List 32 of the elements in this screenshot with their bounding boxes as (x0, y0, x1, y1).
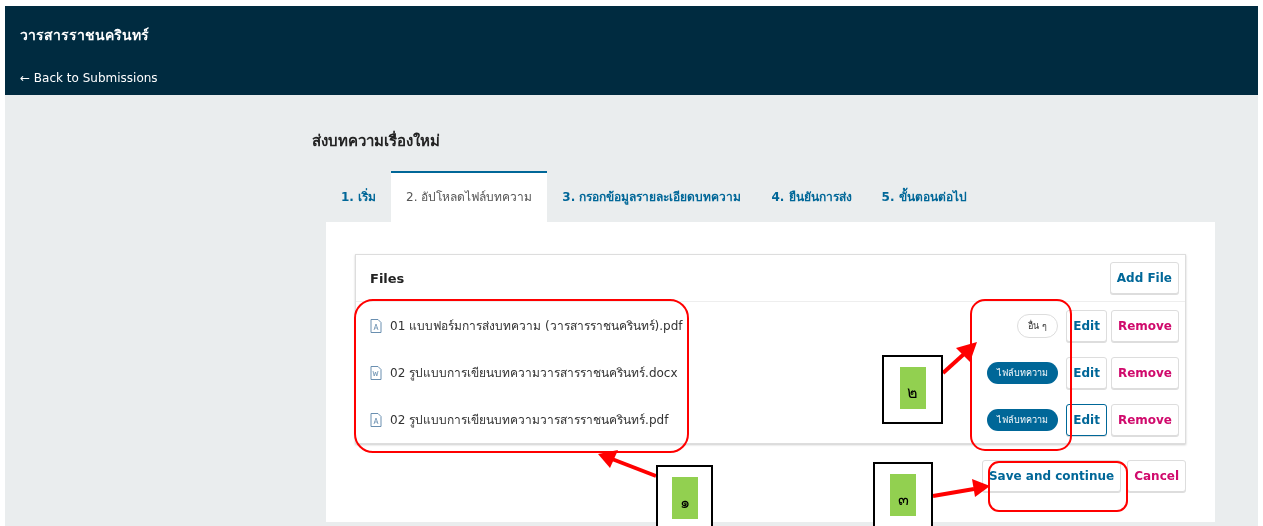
edit-button[interactable]: Edit (1066, 356, 1107, 389)
word-file-icon (370, 365, 382, 380)
step-tab[interactable]: 4. ยืนยันการส่ง (756, 171, 867, 222)
annotation-arrow (598, 450, 657, 478)
step-tab[interactable]: 3. กรอกข้อมูลรายละเอียดบทความ (547, 171, 757, 222)
callout-number: ๓ (890, 474, 916, 516)
remove-button[interactable]: Remove (1110, 309, 1179, 342)
journal-title: วารสารราชนครินทร์ (20, 26, 150, 45)
file-name[interactable]: 02 รูปแบบการเขียนบทความวารสารราชนครินทร์.pdf (390, 410, 984, 429)
callout-number: ๑ (671, 477, 698, 519)
file-genre-badge: ไฟล์บทความ (987, 408, 1059, 431)
remove-button[interactable]: Remove (1110, 403, 1179, 436)
annotation-arrow (932, 479, 990, 498)
back-link[interactable]: ← Back to Submissions (20, 71, 1243, 85)
page-title: ส่งบทความเรื่องใหม่ (312, 129, 441, 152)
file-genre-badge: อื่น ๆ (1017, 313, 1059, 338)
save-continue-button[interactable]: Save and continue (981, 460, 1122, 492)
callout-number: ๒ (899, 367, 926, 409)
file-name[interactable]: 01 แบบฟอร์มการส่งบทความ (วารสารราชนครินทร์).pdf (390, 316, 1014, 335)
file-genre-badge: ไฟล์บทความ (987, 361, 1059, 384)
step-tab[interactable]: 2. อัปโหลดไฟล์บทความ (391, 171, 548, 222)
cancel-button[interactable]: Cancel (1127, 460, 1186, 492)
pdf-file-icon (370, 412, 382, 427)
annotation-arrow (941, 342, 977, 375)
step-tab[interactable]: 1. เริ่ม (326, 171, 392, 222)
pdf-file-icon (370, 318, 382, 333)
edit-button[interactable]: Edit (1066, 309, 1107, 342)
files-heading: Files (370, 270, 405, 286)
edit-button[interactable]: Edit (1066, 403, 1107, 436)
remove-button[interactable]: Remove (1110, 356, 1179, 389)
add-file-button[interactable]: Add File (1109, 262, 1179, 294)
step-tab[interactable]: 5. ขั้นตอนต่อไป (866, 171, 982, 222)
